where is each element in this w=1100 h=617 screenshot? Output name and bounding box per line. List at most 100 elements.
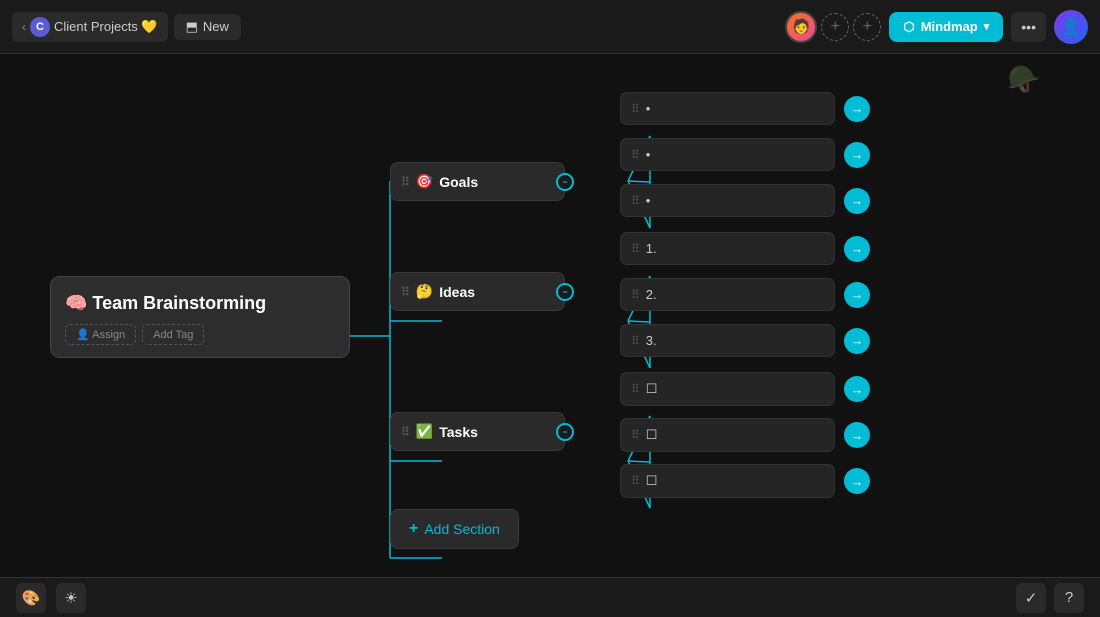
ideas-child-2-text: 2.	[646, 287, 657, 302]
tasks-child-2-arrow[interactable]: →	[844, 422, 870, 448]
tasks-child-3-arrow[interactable]: →	[844, 468, 870, 494]
goals-child-2-arrow[interactable]: →	[844, 142, 870, 168]
ideas-child-1-arrow[interactable]: →	[844, 236, 870, 262]
drag-handle-goals: ⠿	[401, 175, 410, 189]
sun-button[interactable]: ☀	[56, 583, 86, 613]
drag-handle-tasks: ⠿	[401, 425, 410, 439]
drag-icon: ⠿	[631, 382, 640, 396]
ideas-child-3-arrow[interactable]: →	[844, 328, 870, 354]
goals-child-3-text: •	[646, 193, 651, 208]
goals-label: Goals	[439, 174, 478, 190]
check-icon: ✓	[1025, 589, 1038, 607]
section-tasks[interactable]: ⠿ ✅ Tasks −	[390, 412, 565, 451]
add-section-icon: +	[409, 520, 418, 538]
user-avatar[interactable]: 👤	[1054, 10, 1088, 44]
ideas-child-3: ⠿ 3. →	[620, 324, 835, 357]
help-button[interactable]: ?	[1054, 583, 1084, 613]
mindmap-label: Mindmap	[921, 19, 978, 34]
tasks-child-2: ⠿ ☐ →	[620, 418, 835, 452]
sun-icon: ☀	[64, 589, 77, 607]
tasks-child-1-arrow[interactable]: →	[844, 376, 870, 402]
help-icon: ?	[1065, 589, 1073, 606]
topbar: ‹ C Client Projects 💛 ⬒ New 🧑 + + ⬡ Mind…	[0, 0, 1100, 54]
ideas-emoji: 🤔	[416, 283, 433, 300]
collapse-ideas-button[interactable]: −	[556, 283, 574, 301]
avatar-group: 🧑 + +	[785, 11, 881, 43]
add-member-button[interactable]: +	[821, 13, 849, 41]
goals-child-3-left: ⠿ •	[631, 193, 650, 208]
mindmap-canvas: 🪖	[0, 54, 1100, 577]
collapse-goals-button[interactable]: −	[556, 173, 574, 191]
mindmap-button[interactable]: ⬡ Mindmap ▾	[889, 12, 1003, 42]
project-circle-icon: C	[30, 17, 50, 37]
bottombar-left: 🎨 ☀	[16, 583, 86, 613]
tasks-child-2-left: ⠿ ☐	[631, 427, 657, 443]
ghost-icon: 🪖	[1008, 64, 1040, 95]
goals-child-3: ⠿ • →	[620, 184, 835, 217]
goals-child-1: ⠿ • →	[620, 92, 835, 125]
new-button[interactable]: ⬒ New	[174, 14, 241, 40]
drag-icon: ⠿	[631, 474, 640, 488]
mindmap-icon: ⬡	[903, 19, 914, 35]
add-section-button[interactable]: + Add Section	[390, 509, 519, 549]
tasks-child-1: ⠿ ☐ →	[620, 372, 835, 406]
assign-label: Assign	[92, 329, 125, 341]
goals-child-2: ⠿ • →	[620, 138, 835, 171]
collapse-tasks-button[interactable]: −	[556, 423, 574, 441]
goals-child-1-arrow[interactable]: →	[844, 96, 870, 122]
tasks-child-3-text: ☐	[646, 473, 658, 489]
bottombar-right: ✓ ?	[1016, 583, 1084, 613]
avatar-1: 🧑	[785, 11, 817, 43]
tasks-child-3: ⠿ ☐ →	[620, 464, 835, 498]
check-button[interactable]: ✓	[1016, 583, 1046, 613]
tasks-label: Tasks	[439, 424, 478, 440]
section-goals[interactable]: ⠿ 🎯 Goals −	[390, 162, 565, 201]
tasks-child-3-left: ⠿ ☐	[631, 473, 657, 489]
add-tag-label: Add Tag	[153, 329, 193, 341]
topbar-right: ⬡ Mindmap ▾ ••• 👤	[889, 10, 1088, 44]
ideas-child-2-left: ⠿ 2.	[631, 287, 657, 302]
root-actions: 👤 Assign Add Tag	[65, 324, 335, 345]
palette-button[interactable]: 🎨	[16, 583, 46, 613]
root-title: 🧠 Team Brainstorming	[65, 293, 335, 314]
tasks-emoji: ✅	[416, 423, 433, 440]
add-member-button-2[interactable]: +	[853, 13, 881, 41]
drag-icon: ⠿	[631, 428, 640, 442]
palette-icon: 🎨	[22, 589, 41, 607]
more-dots-icon: •••	[1021, 19, 1036, 35]
drag-icon: ⠿	[631, 288, 640, 302]
goals-child-1-left: ⠿ •	[631, 101, 650, 116]
goals-child-1-text: •	[646, 101, 651, 116]
ideas-child-3-left: ⠿ 3.	[631, 333, 657, 348]
tasks-child-1-left: ⠿ ☐	[631, 381, 657, 397]
ideas-child-2-arrow[interactable]: →	[844, 282, 870, 308]
ideas-child-2: ⠿ 2. →	[620, 278, 835, 311]
new-label: New	[203, 19, 229, 34]
bottombar: 🎨 ☀ ✓ ?	[0, 577, 1100, 617]
more-options-button[interactable]: •••	[1011, 12, 1046, 42]
topbar-center: 🧑 + +	[785, 11, 881, 43]
ideas-child-1-left: ⠿ 1.	[631, 241, 657, 256]
section-ideas[interactable]: ⠿ 🤔 Ideas −	[390, 272, 565, 311]
goals-emoji: 🎯	[416, 173, 433, 190]
back-button[interactable]: ‹ C Client Projects 💛	[12, 12, 168, 42]
drag-icon: ⠿	[631, 334, 640, 348]
goals-child-2-text: •	[646, 147, 651, 162]
tasks-child-2-text: ☐	[646, 427, 658, 443]
goals-child-2-left: ⠿ •	[631, 147, 650, 162]
assign-icon: 👤	[76, 329, 92, 341]
add-section-label: Add Section	[424, 521, 500, 537]
drag-icon: ⠿	[631, 148, 640, 162]
drag-icon: ⠿	[631, 242, 640, 256]
ideas-label: Ideas	[439, 284, 475, 300]
topbar-left: ‹ C Client Projects 💛 ⬒ New	[12, 12, 777, 42]
ideas-child-3-text: 3.	[646, 333, 657, 348]
drag-icon: ⠿	[631, 102, 640, 116]
add-tag-button[interactable]: Add Tag	[142, 324, 204, 345]
goals-child-3-arrow[interactable]: →	[844, 188, 870, 214]
drag-handle-ideas: ⠿	[401, 285, 410, 299]
tasks-child-1-text: ☐	[646, 381, 658, 397]
ideas-child-1-text: 1.	[646, 241, 657, 256]
assign-button[interactable]: 👤 Assign	[65, 324, 136, 345]
project-label: Client Projects 💛	[54, 19, 158, 35]
